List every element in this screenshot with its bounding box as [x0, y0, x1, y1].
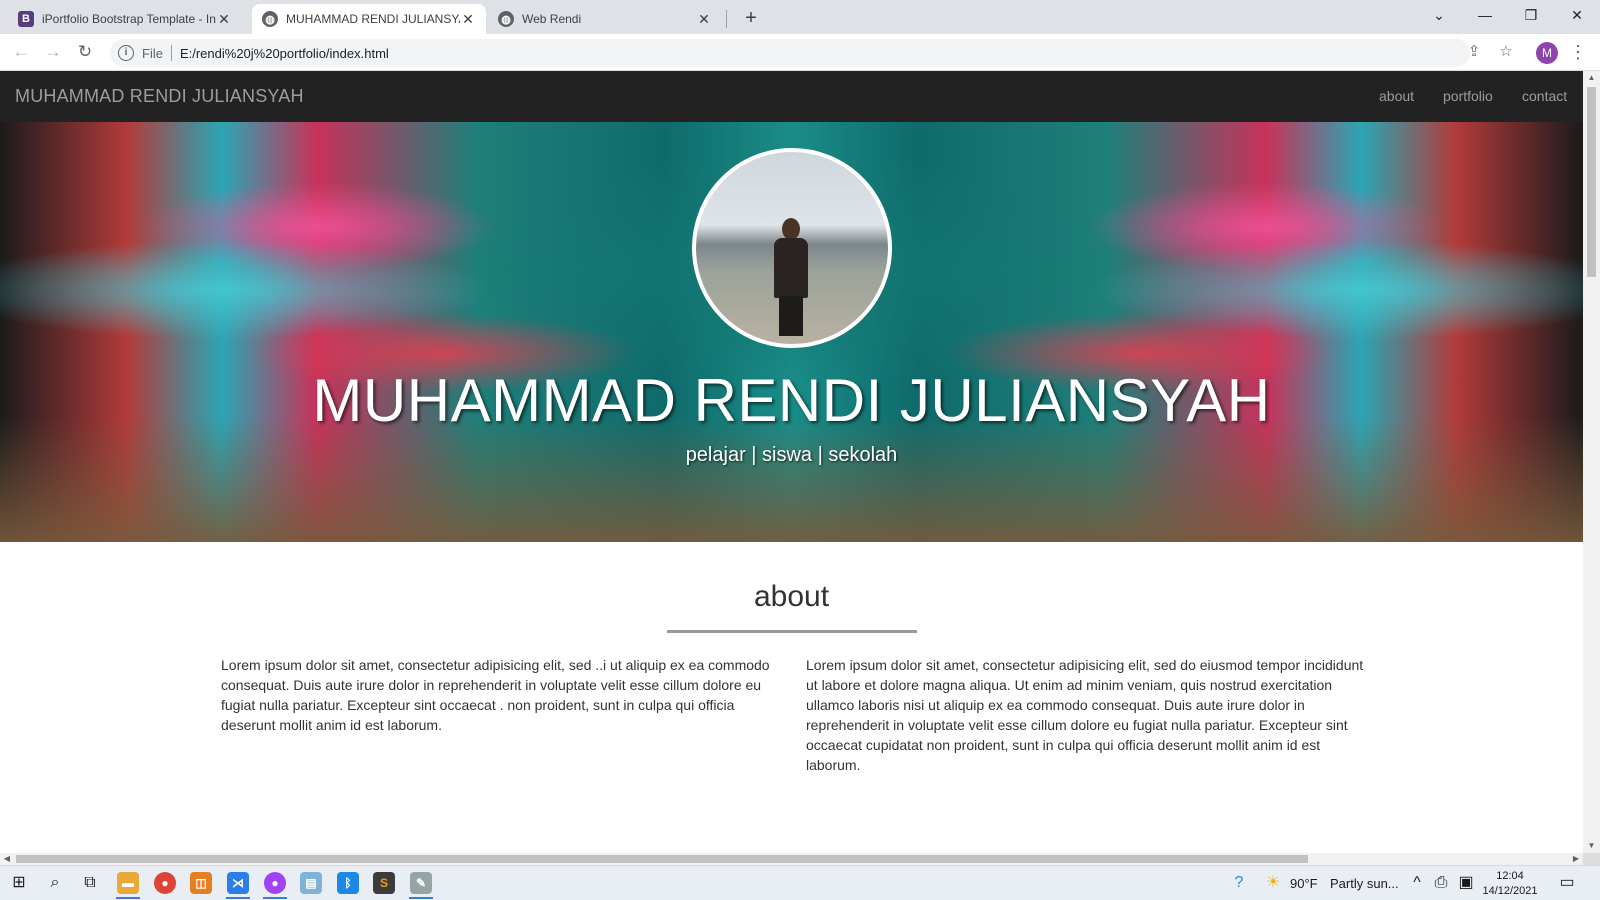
task-view-icon[interactable]: ⧉	[79, 872, 101, 894]
close-tab-icon[interactable]: ✕	[460, 11, 476, 28]
horizontal-scrollbar[interactable]: ◀ ▶	[0, 853, 1583, 865]
meet-now-icon[interactable]: ⎙	[1430, 872, 1452, 894]
app-running-indicator	[116, 897, 140, 899]
clock-time: 12:04	[1496, 870, 1524, 882]
network-icon[interactable]: ▣	[1455, 872, 1477, 894]
app-running-indicator	[409, 897, 433, 899]
tab-separator	[726, 10, 727, 28]
close-window-button[interactable]: ✕	[1554, 0, 1600, 32]
scroll-left-icon[interactable]: ◀	[0, 853, 14, 865]
site-navbar: MUHAMMAD RENDI JULIANSYAH about portfoli…	[0, 71, 1583, 122]
tab-iportfolio[interactable]: B iPortfolio Bootstrap Template - In ✕	[8, 4, 242, 34]
hero-subtitle: pelajar | siswa | sekolah	[685, 444, 898, 466]
about-heading: about	[753, 580, 830, 613]
sublime-text-icon[interactable]: S	[373, 872, 395, 894]
address-bar[interactable]: i File E:/rendi%20j%20portfolio/index.ht…	[110, 39, 1470, 67]
weather-condition[interactable]: Partly sun...	[1330, 876, 1399, 891]
weather-icon[interactable]: ☀	[1262, 872, 1284, 894]
vertical-scrollbar[interactable]: ▲ ▼	[1583, 71, 1600, 853]
site-info-icon[interactable]: i	[118, 45, 134, 61]
restore-button[interactable]: ❐	[1508, 0, 1554, 32]
tab-title: iPortfolio Bootstrap Template - In	[42, 12, 216, 26]
chrome-profile-icon[interactable]: ●	[264, 872, 286, 894]
scrollbar-corner	[1583, 853, 1600, 865]
chevron-up-icon[interactable]: ^	[1406, 872, 1428, 894]
clock-date: 14/12/2021	[1482, 885, 1538, 897]
windows-taskbar: ⊞ ⌕ ⧉ ▬ ● ◫ ⋊ ● ▤ ᛒ S ✎ ? ☀ 90°F Partly …	[0, 865, 1600, 900]
nav-link-contact[interactable]: contact	[1522, 88, 1567, 104]
browser-tab-strip: B iPortfolio Bootstrap Template - In ✕ ◍…	[0, 0, 1600, 34]
vscode-icon[interactable]: ⋊	[227, 872, 249, 894]
profile-photo	[692, 148, 892, 348]
minimize-button[interactable]: —	[1462, 0, 1508, 32]
site-brand[interactable]: MUHAMMAD RENDI JULIANSYAH	[15, 86, 304, 107]
tab-title: Web Rendi	[522, 12, 582, 26]
help-icon[interactable]: ?	[1228, 872, 1250, 894]
notepad-icon[interactable]: ▤	[300, 872, 322, 894]
about-text-left: Lorem ipsum dolor sit amet, consectetur …	[221, 657, 770, 733]
scroll-up-icon[interactable]: ▲	[1583, 71, 1600, 85]
globe-icon: ◍	[262, 11, 278, 27]
globe-icon: ◍	[498, 11, 514, 27]
nav-link-portfolio[interactable]: portfolio	[1443, 88, 1493, 104]
about-divider	[667, 630, 917, 633]
bookmark-star-icon[interactable]: ☆	[1494, 40, 1518, 64]
windows-start-icon[interactable]: ⊞	[8, 872, 30, 894]
forward-icon[interactable]: →	[40, 40, 66, 66]
system-clock[interactable]: 12:04 14/12/2021	[1480, 869, 1540, 899]
close-tab-icon[interactable]: ✕	[696, 11, 712, 28]
scroll-down-icon[interactable]: ▼	[1583, 839, 1600, 853]
nav-link-about[interactable]: about	[1379, 88, 1414, 104]
person-figure	[770, 218, 812, 336]
tab-search-icon[interactable]: ⌄	[1416, 0, 1462, 32]
hero-title: MUHAMMAD RENDI JULIANSYAH	[312, 367, 1271, 434]
app-running-indicator	[226, 897, 250, 899]
chrome-icon[interactable]: ●	[154, 872, 176, 894]
address-scheme: File	[142, 45, 163, 61]
tab-web-rendi[interactable]: ◍ Web Rendi ✕	[488, 4, 722, 34]
tab-muhammad-rendi[interactable]: ◍ MUHAMMAD RENDI JULIANSYAH ✕	[252, 4, 486, 34]
back-icon[interactable]: ←	[8, 40, 34, 66]
file-explorer-icon[interactable]: ▬	[117, 872, 139, 894]
weather-temperature[interactable]: 90°F	[1290, 876, 1318, 891]
app-running-indicator	[263, 897, 287, 899]
paint-icon[interactable]: ✎	[410, 872, 432, 894]
page-viewport: MUHAMMAD RENDI JULIANSYAH about portfoli…	[0, 71, 1583, 853]
notifications-icon[interactable]: ▭	[1556, 872, 1578, 894]
address-url[interactable]: E:/rendi%20j%20portfolio/index.html	[180, 46, 389, 61]
reload-icon[interactable]: ↻	[72, 40, 98, 66]
vertical-scroll-thumb[interactable]	[1587, 87, 1596, 277]
profile-avatar[interactable]: M	[1536, 42, 1558, 64]
browser-menu-icon[interactable]: ⋮	[1568, 40, 1588, 64]
hero-banner: MUHAMMAD RENDI JULIANSYAH pelajar | sisw…	[0, 122, 1583, 542]
share-icon[interactable]: ⇪	[1462, 40, 1486, 64]
horizontal-scroll-thumb[interactable]	[16, 855, 1308, 863]
bootstrap-icon: B	[18, 11, 34, 27]
new-tab-button[interactable]: +	[738, 6, 764, 32]
browser-toolbar: ← → ↻ i File E:/rendi%20j%20portfolio/in…	[0, 34, 1600, 71]
bluetooth-icon[interactable]: ᛒ	[337, 872, 359, 894]
tab-title: MUHAMMAD RENDI JULIANSYAH	[286, 12, 460, 26]
about-text-right: Lorem ipsum dolor sit amet, consectetur …	[806, 657, 1364, 773]
close-tab-icon[interactable]: ✕	[216, 11, 232, 28]
code-editor-icon[interactable]: ◫	[190, 872, 212, 894]
search-icon[interactable]: ⌕	[44, 872, 66, 894]
address-divider	[170, 45, 172, 61]
scroll-right-icon[interactable]: ▶	[1569, 853, 1583, 865]
